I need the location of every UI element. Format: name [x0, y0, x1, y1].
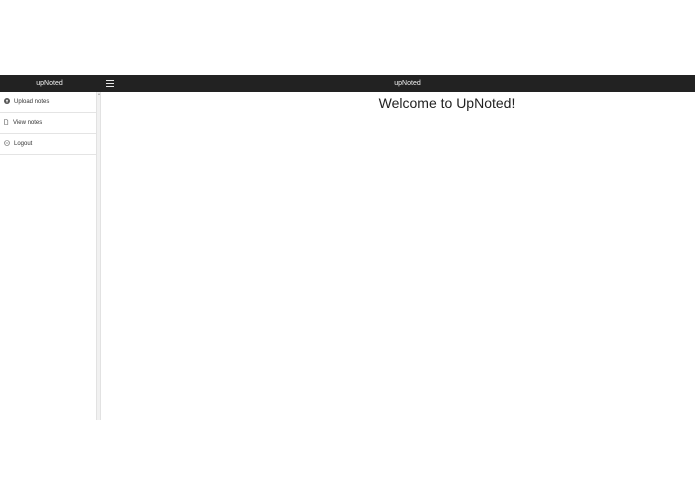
logout-icon [4, 140, 10, 146]
document-icon [4, 119, 9, 125]
sidebar-item-label: Logout [14, 141, 33, 147]
sidebar-brand: upNoted [36, 80, 63, 87]
sidebar-item-view-notes[interactable]: View notes [0, 113, 96, 134]
upload-circle-icon [4, 98, 10, 104]
sidebar: Upload notes View notes Logout [0, 92, 96, 420]
menu-icon[interactable] [105, 78, 116, 89]
sidebar-item-logout[interactable]: Logout [0, 134, 96, 155]
main-content: Welcome to UpNoted! [101, 92, 695, 420]
app-title: upNoted [394, 80, 421, 87]
sidebar-item-label: Upload notes [14, 99, 50, 105]
scroll-up-arrow-icon[interactable] [98, 93, 100, 95]
top-app-bar: upNoted upNoted [0, 75, 695, 92]
sidebar-item-label: View notes [13, 120, 43, 126]
page-title: Welcome to UpNoted! [378, 95, 516, 111]
sidebar-item-upload-notes[interactable]: Upload notes [0, 92, 96, 113]
app-window: upNoted upNoted Upload notes View notes [0, 0, 695, 494]
